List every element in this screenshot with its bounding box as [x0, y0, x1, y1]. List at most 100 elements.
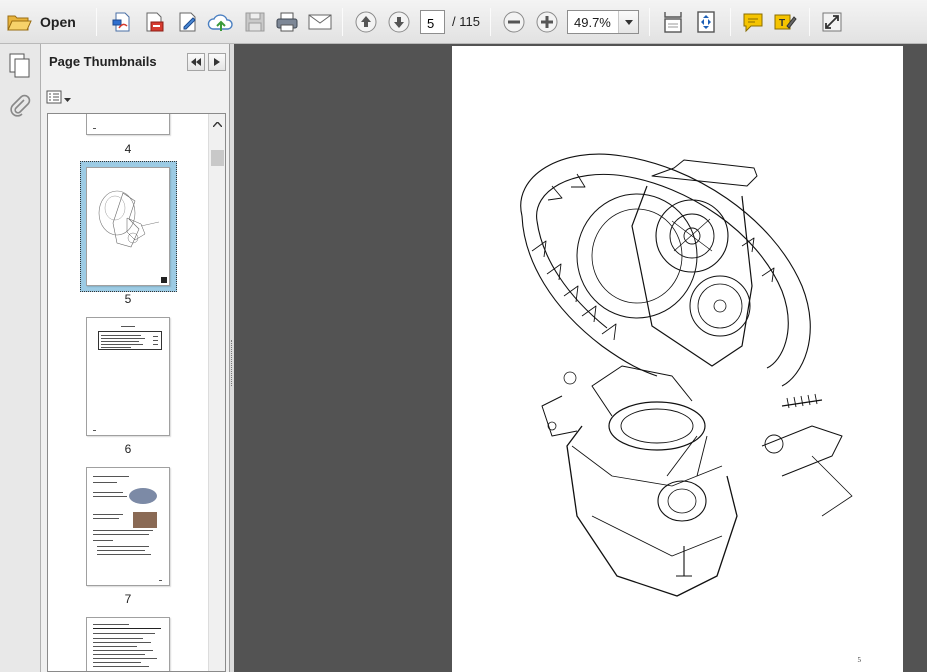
- highlight-pen-icon: T: [773, 10, 797, 34]
- thumbnail-text-line: [159, 580, 162, 581]
- thumbnail-options-button[interactable]: [46, 88, 74, 108]
- zoom-in-button[interactable]: [533, 8, 561, 36]
- zoom-level-select[interactable]: 49.7%: [567, 10, 639, 34]
- svg-text:T: T: [779, 18, 785, 29]
- thumbnail-resize-handle[interactable]: [161, 277, 167, 283]
- options-list-icon: [46, 90, 62, 107]
- chevron-down-icon[interactable]: [618, 11, 638, 33]
- add-comment-button[interactable]: [739, 8, 767, 36]
- panel-title: Page Thumbnails: [49, 54, 157, 69]
- envelope-icon: [307, 12, 333, 32]
- create-pdf-icon: [110, 10, 134, 34]
- thumbnail-text-line: [97, 554, 151, 555]
- scroll-up-button[interactable]: [209, 116, 225, 130]
- thumbnail-text-line: [93, 642, 151, 643]
- thumbnail-text-line: [93, 540, 113, 541]
- thumbnail-text-line: [93, 492, 123, 493]
- previous-page-button[interactable]: [352, 8, 380, 36]
- open-label: Open: [40, 14, 76, 30]
- expand-arrows-icon: [821, 11, 843, 33]
- thumbnail-text-line: [153, 344, 158, 345]
- thumbnail-text-line: [101, 341, 139, 342]
- thumbnail-text-line: [93, 628, 161, 629]
- minus-circle-icon: [502, 10, 526, 34]
- thumbnail-table: [98, 331, 162, 350]
- document-view[interactable]: 5: [234, 44, 927, 672]
- thumbnail-text-line: [97, 550, 145, 551]
- export-pdf-button[interactable]: [140, 8, 168, 36]
- document-page: 5: [452, 46, 903, 672]
- cloud-upload-icon: [207, 10, 235, 34]
- thumbnail-text-line: [93, 638, 143, 639]
- export-pdf-icon: [142, 10, 166, 34]
- thumbnail-photo: [129, 488, 157, 504]
- comment-bubble-icon: [741, 11, 765, 33]
- thumbnail-text-line: [93, 518, 119, 519]
- toolbar-separator: [342, 8, 343, 36]
- thumbnail-text-line: [101, 347, 131, 348]
- arrow-up-circle-icon: [354, 10, 378, 34]
- thumbnail-text-line: [93, 650, 153, 651]
- thumbnail-text-line: [93, 624, 129, 625]
- thumbnail-text-line: [93, 514, 123, 515]
- main-toolbar: Open 5 / 115 49.7% T: [0, 0, 927, 44]
- thumbnail-text-line: [97, 546, 149, 547]
- splitter-grip[interactable]: [231, 340, 233, 386]
- page-thumbnails-tab[interactable]: [7, 52, 33, 80]
- page-thumbnail-label: 6: [124, 442, 132, 456]
- scroll-pages-icon: [662, 10, 684, 34]
- open-button[interactable]: Open: [6, 8, 84, 36]
- scrolling-mode-button[interactable]: [659, 8, 687, 36]
- save-disk-icon: [244, 11, 266, 33]
- toolbar-separator: [96, 8, 97, 36]
- pages-icon: [7, 53, 33, 83]
- page-thumbnail-label: 5: [124, 292, 132, 306]
- thumbnail-text-line: [121, 326, 135, 327]
- page-thumbnail[interactable]: [86, 317, 170, 436]
- create-pdf-button[interactable]: [108, 8, 136, 36]
- edit-pdf-button[interactable]: [174, 8, 202, 36]
- save-button[interactable]: [241, 8, 269, 36]
- thumbnails-scrollbar[interactable]: [208, 114, 225, 671]
- page-thumbnail[interactable]: [86, 467, 170, 586]
- toolbar-separator: [490, 8, 491, 36]
- thumbnail-text-line: [93, 646, 137, 647]
- next-page-button[interactable]: [385, 8, 413, 36]
- fit-page-button[interactable]: [692, 8, 720, 36]
- highlight-text-button[interactable]: T: [771, 8, 799, 36]
- page-thumbnail[interactable]: [86, 167, 170, 286]
- thumbnail-text-line: [153, 340, 158, 341]
- navigation-rail: [0, 44, 41, 672]
- attachments-tab[interactable]: [8, 94, 32, 118]
- thumbnail-text-line: [101, 344, 143, 345]
- thumbnail-text-line: [93, 633, 155, 634]
- cloud-upload-button[interactable]: [206, 8, 236, 36]
- fit-page-icon: [695, 10, 717, 34]
- zoom-out-button[interactable]: [500, 8, 528, 36]
- page-thumbnail[interactable]: [86, 617, 170, 671]
- tyre-lower: [521, 215, 658, 377]
- thumbnail-photo: [133, 512, 157, 528]
- page-thumbnail-label: 4: [124, 142, 132, 156]
- page-thumbnail[interactable]: [86, 114, 170, 135]
- page-number-input[interactable]: [420, 10, 445, 34]
- engine-cutaway-drawing: [520, 153, 853, 597]
- email-button[interactable]: [306, 8, 334, 36]
- plus-circle-icon: [535, 10, 559, 34]
- page-thumbnails-panel: Page Thumbnails 4 5 6 7: [41, 44, 230, 672]
- panel-menu-button[interactable]: [208, 53, 226, 71]
- scrollbar-thumb[interactable]: [211, 150, 224, 166]
- chevron-right-icon: [214, 55, 220, 69]
- print-button[interactable]: [273, 8, 301, 36]
- edit-pencil-icon: [176, 10, 200, 34]
- expand-view-button[interactable]: [818, 8, 846, 36]
- chevron-down-icon: [64, 91, 71, 105]
- double-chevron-left-icon: [191, 55, 201, 69]
- thumbnail-text-line: [93, 482, 117, 483]
- zoom-level-value: 49.7%: [574, 15, 611, 30]
- thumbnail-text-line: [101, 335, 141, 336]
- thumbnail-text-line: [93, 128, 96, 129]
- thumbnail-text-line: [93, 476, 129, 477]
- engine-drawing-thumbnail: [98, 190, 160, 248]
- collapse-panel-button[interactable]: [187, 53, 205, 71]
